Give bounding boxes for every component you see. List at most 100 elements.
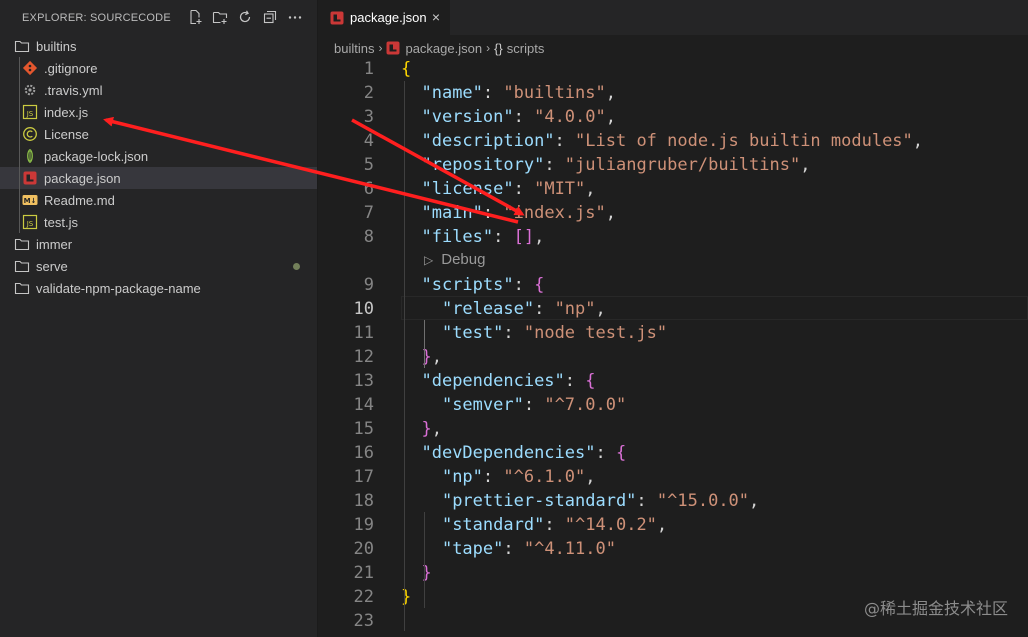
code-line: },	[421, 419, 442, 439]
js-file-icon: JS	[22, 214, 38, 230]
folder-item[interactable]: immer	[0, 233, 317, 255]
code-line: "np": "^6.1.0",	[441, 467, 596, 487]
tab-label: package.json	[350, 10, 427, 25]
modified-dot-icon	[293, 263, 300, 270]
file-item[interactable]: JS test.js	[0, 211, 317, 233]
code-line: "semver": "^7.0.0"	[441, 395, 627, 415]
breadcrumb-folder[interactable]: builtins	[334, 41, 374, 56]
code-line: "name": "builtins",	[421, 83, 616, 103]
code-line: "release": "np",	[441, 299, 606, 319]
code-line: "dependencies": {	[421, 371, 596, 391]
tree-item-label: .travis.yml	[44, 82, 103, 98]
chevron-right-icon: ›	[378, 41, 383, 55]
chevron-right-icon: ›	[486, 41, 491, 55]
folder-item[interactable]: serve	[0, 255, 317, 277]
explorer-title: EXPLORER: SOURCECODE	[22, 12, 171, 24]
tree-item-label: test.js	[44, 214, 78, 230]
line-number: 13	[353, 371, 374, 391]
line-number: 6	[363, 179, 374, 199]
svg-text:M↓: M↓	[24, 197, 37, 205]
npm-icon	[386, 41, 400, 55]
tab-package-json[interactable]: package.json ×	[318, 0, 450, 35]
file-tree: builtins .gitignore .travis.yml JS index.js L…	[0, 35, 317, 299]
tree-item-label: index.js	[44, 104, 89, 120]
code-line: "tape": "^4.11.0"	[441, 539, 616, 559]
line-number: 3	[363, 107, 374, 127]
code-line: "description": "List of node.js builtin …	[421, 131, 924, 151]
line-number: 11	[353, 323, 374, 343]
file-item[interactable]: .travis.yml	[0, 79, 317, 101]
code-line: "repository": "juliangruber/builtins",	[421, 155, 811, 175]
debug-codelens[interactable]: ▷ Debug	[424, 248, 485, 272]
code-editor[interactable]: ▷ Debug 1 {2 "name": "builtins", 3 "version…	[318, 58, 1028, 637]
file-item[interactable]: License	[0, 123, 317, 145]
npm-icon	[330, 11, 344, 25]
code-line: "main": "index.js",	[421, 203, 616, 223]
code-line: "files": [],	[421, 227, 545, 247]
file-item[interactable]: M↓ Readme.md	[0, 189, 317, 211]
line-number: 21	[353, 563, 374, 583]
explorer-sidebar: EXPLORER: SOURCECODE builtins .gitignore.…	[0, 0, 318, 637]
npm-lock-file-icon	[22, 148, 38, 164]
code-line: }	[421, 563, 432, 583]
explorer-header: EXPLORER: SOURCECODE	[0, 0, 317, 36]
file-item[interactable]: package-lock.json	[0, 145, 317, 167]
file-item[interactable]: JS index.js	[0, 101, 317, 123]
line-number: 18	[353, 491, 374, 511]
tree-item-label: License	[44, 126, 89, 142]
tree-indent-guide	[19, 57, 20, 233]
indent-guide	[424, 320, 425, 368]
gear-file-icon	[22, 82, 38, 98]
editor-tab-bar: package.json ×	[318, 0, 1028, 35]
indent-guide	[404, 81, 405, 631]
line-number: 9	[363, 275, 374, 295]
npm-file-icon	[22, 170, 38, 186]
breadcrumb-symbol[interactable]: scripts	[507, 41, 545, 56]
line-number: 15	[353, 419, 374, 439]
collapse-all-icon[interactable]	[262, 9, 278, 25]
license-file-icon	[22, 126, 38, 142]
new-file-icon[interactable]	[187, 9, 203, 25]
line-number: 8	[363, 227, 374, 247]
code-line: "license": "MIT",	[421, 179, 596, 199]
line-number: 7	[363, 203, 374, 223]
braces-icon: {}	[494, 40, 503, 56]
code-line: "version": "4.0.0",	[421, 107, 616, 127]
line-number: 23	[353, 611, 374, 631]
file-item[interactable]: package.json	[0, 167, 317, 189]
code-line: "standard": "^14.0.2",	[441, 515, 668, 535]
svg-text:JS: JS	[26, 110, 34, 118]
tree-item-label: validate-npm-package-name	[36, 280, 201, 296]
new-folder-icon[interactable]	[212, 9, 228, 25]
code-line: "scripts": {	[421, 275, 545, 295]
indent-guide	[424, 512, 425, 608]
js-file-icon: JS	[22, 104, 38, 120]
line-number: 12	[353, 347, 374, 367]
folder-icon	[14, 258, 30, 274]
folder-item[interactable]: validate-npm-package-name	[0, 277, 317, 299]
file-item[interactable]: .gitignore	[0, 57, 317, 79]
folder-icon	[14, 280, 30, 296]
git-file-icon	[22, 60, 38, 76]
tree-item-label: immer	[36, 236, 73, 252]
more-actions-icon[interactable]	[287, 9, 303, 25]
tree-item-label: package.json	[44, 170, 121, 186]
line-number: 22	[353, 587, 374, 607]
tree-item-label: .gitignore	[44, 60, 98, 76]
code-line: {	[401, 59, 412, 79]
tree-item-label: Readme.md	[44, 192, 115, 208]
line-number: 1	[363, 59, 374, 79]
breadcrumb-file[interactable]: package.json	[405, 41, 482, 56]
debug-codelens-label: Debug	[441, 251, 486, 268]
svg-text:JS: JS	[26, 220, 34, 228]
breadcrumb: builtins › package.json › {} scripts	[334, 37, 544, 59]
refresh-icon[interactable]	[237, 9, 253, 25]
line-number: 10	[353, 299, 374, 319]
tree-item-label: serve	[36, 258, 68, 274]
line-number: 17	[353, 467, 374, 487]
md-file-icon: M↓	[22, 192, 38, 208]
line-number: 20	[353, 539, 374, 559]
folder-item[interactable]: builtins	[0, 35, 317, 57]
close-icon[interactable]: ×	[432, 9, 440, 25]
code-line: }	[401, 587, 412, 607]
